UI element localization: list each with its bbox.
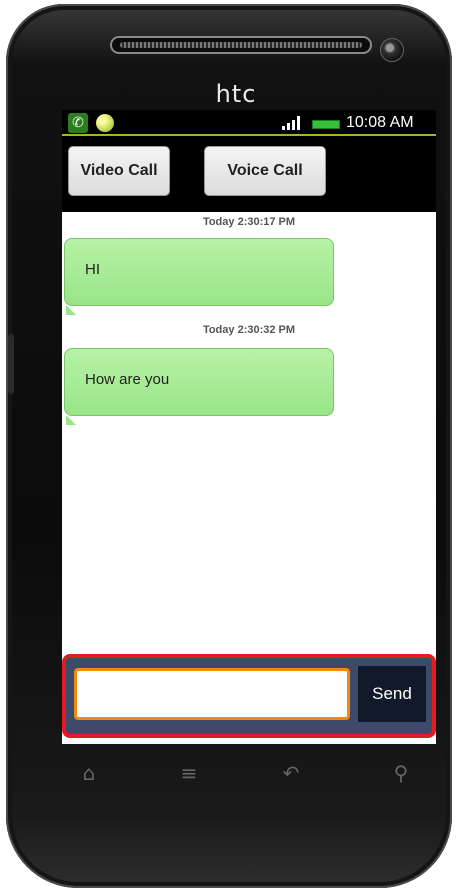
phone-call-icon: ✆ xyxy=(68,113,88,133)
signal-icon xyxy=(282,116,300,130)
battery-icon xyxy=(312,120,340,129)
status-time: 10:08 AM xyxy=(346,114,414,131)
message-timestamp: Today 2:30:17 PM xyxy=(202,216,296,228)
voice-call-button[interactable]: Voice Call xyxy=(204,146,326,196)
message-text: How are you xyxy=(85,371,170,388)
compose-bar: Send xyxy=(62,654,436,738)
back-icon[interactable]: ↶ xyxy=(276,758,306,788)
send-button[interactable]: Send xyxy=(358,666,426,722)
volume-key[interactable] xyxy=(8,334,14,394)
bubble-tail xyxy=(66,305,76,315)
notification-dot-icon xyxy=(96,114,114,132)
search-icon[interactable]: ⚲ xyxy=(386,758,416,788)
call-toolbar: Video Call Voice Call xyxy=(62,136,436,212)
hardware-nav-bar: ⌂ ≡ ↶ ⚲ xyxy=(62,744,436,800)
message-bubble: How are you xyxy=(64,348,334,416)
earpiece-speaker xyxy=(110,36,372,54)
status-bar: ✆ 10:08 AM xyxy=(62,110,436,136)
message-bubble: HI xyxy=(64,238,334,306)
phone-device: htc ✆ 10:08 AM Video Call Voice Call Tod… xyxy=(6,4,452,888)
bubble-tail xyxy=(66,415,76,425)
message-list: Today 2:30:17 PM HI Today 2:30:32 PM How… xyxy=(62,212,436,642)
message-timestamp: Today 2:30:32 PM xyxy=(202,324,296,336)
front-camera-icon xyxy=(380,38,404,62)
video-call-button[interactable]: Video Call xyxy=(68,146,170,196)
home-icon[interactable]: ⌂ xyxy=(74,758,104,788)
message-text: HI xyxy=(85,261,100,278)
message-input[interactable] xyxy=(74,668,350,720)
brand-logo: htc xyxy=(215,80,257,108)
menu-icon[interactable]: ≡ xyxy=(174,758,204,788)
phone-screen: ✆ 10:08 AM Video Call Voice Call Today 2… xyxy=(62,110,436,744)
